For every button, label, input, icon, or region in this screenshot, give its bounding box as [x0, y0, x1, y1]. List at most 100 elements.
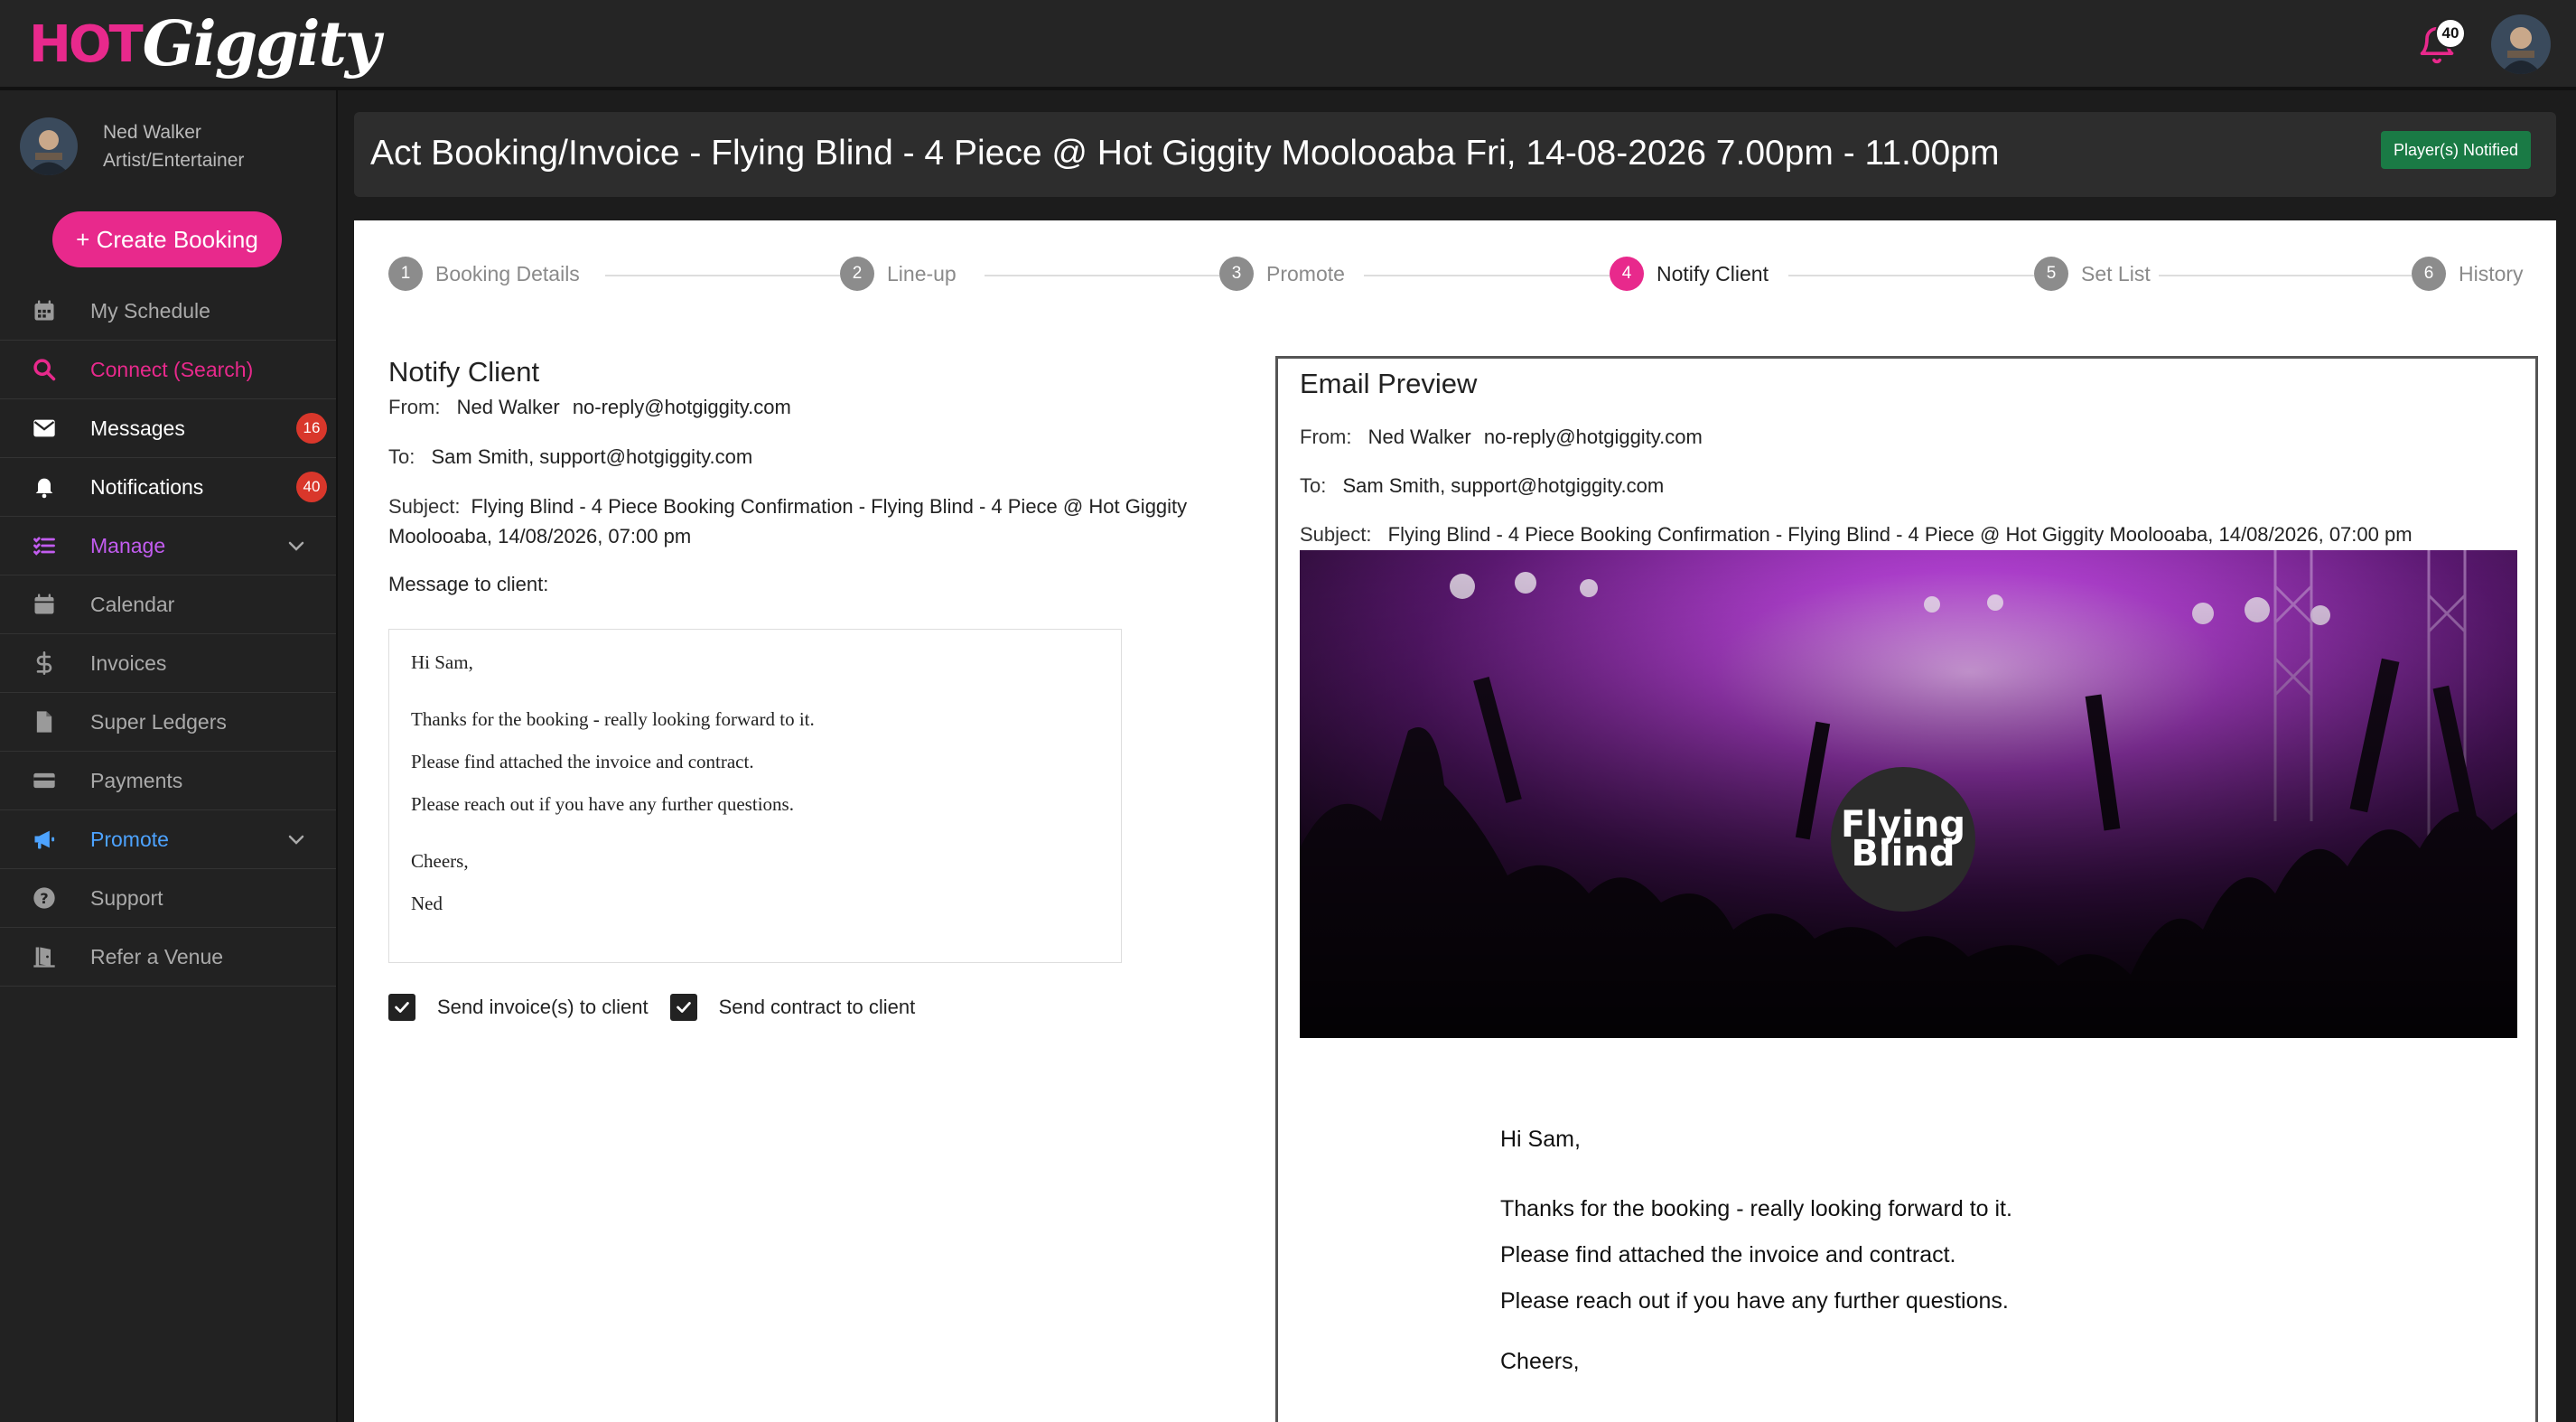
booking-stepper: 1 Booking Details 2 Line-up 3 Promote 4 … — [388, 257, 2536, 293]
sidebar-item-promote[interactable]: Promote — [0, 810, 336, 869]
subject-value: Flying Blind - 4 Piece Booking Confirmat… — [1387, 523, 2413, 546]
message-line-3: Please reach out if you have any further… — [411, 793, 794, 815]
send-invoice-checkbox[interactable] — [388, 994, 415, 1021]
page-title: Act Booking/Invoice - Flying Blind - 4 P… — [370, 134, 2000, 173]
sidebar-item-super-ledgers[interactable]: Super Ledgers — [0, 693, 336, 752]
booking-header: Act Booking/Invoice - Flying Blind - 4 P… — [354, 112, 2556, 197]
message-signoff: Cheers, — [411, 850, 469, 872]
subject-line: Subject: Flying Blind - 4 Piece Booking C… — [388, 491, 1219, 551]
step-notify-client[interactable]: 4 Notify Client — [1610, 257, 1769, 291]
svg-text:?: ? — [40, 890, 48, 907]
main-panel: 1 Booking Details 2 Line-up 3 Promote 4 … — [354, 220, 2556, 1422]
send-options: Send invoice(s) to client Send contract … — [388, 994, 937, 1021]
sidebar-item-label: Notifications — [90, 474, 204, 499]
email-greeting: Hi Sam, — [1500, 1127, 1581, 1152]
to-value: Sam Smith, support@hotgiggity.com — [431, 445, 753, 468]
to-line: To: Sam Smith, support@hotgiggity.com — [388, 442, 1219, 472]
sidebar-item-label: Super Ledgers — [90, 709, 227, 734]
message-line-2: Please find attached the invoice and con… — [411, 751, 754, 772]
step-number: 3 — [1219, 257, 1254, 291]
list-check-icon — [0, 533, 90, 558]
from-name: Ned Walker — [1367, 426, 1471, 448]
sidebar-item-manage[interactable]: Manage — [0, 517, 336, 575]
flying-blind-band-logo: Flying Blind — [1831, 767, 1975, 912]
step-label: Set List — [2081, 261, 2151, 285]
sidebar-item-my-schedule[interactable]: My Schedule — [0, 282, 336, 341]
chevron-down-icon[interactable] — [285, 535, 307, 557]
step-label: Notify Client — [1657, 261, 1769, 285]
logo-giggity: Giggity — [142, 8, 381, 80]
step-line-up[interactable]: 2 Line-up — [840, 257, 957, 291]
email-line-1: Thanks for the booking - really looking … — [1500, 1196, 2012, 1221]
email-line-3: Please reach out if you have any further… — [1500, 1288, 2009, 1314]
send-invoice-label[interactable]: Send invoice(s) to client — [437, 996, 649, 1019]
door-icon — [0, 944, 90, 969]
help-circle-icon: ? — [0, 885, 90, 911]
step-number: 5 — [2034, 257, 2068, 291]
calendar-icon — [0, 592, 90, 617]
sidebar-item-label: Payments — [90, 768, 183, 792]
message-label: Message to client: — [388, 573, 549, 595]
message-to-client-editor[interactable]: Hi Sam, Thanks for the booking - really … — [388, 629, 1122, 963]
step-history[interactable]: 6 History — [2412, 257, 2524, 291]
sidebar-item-label: Messages — [90, 416, 185, 440]
to-label: To: — [388, 445, 415, 468]
message-signature: Ned — [411, 893, 443, 914]
sidebar-item-invoices[interactable]: Invoices — [0, 634, 336, 693]
sidebar-item-label: My Schedule — [90, 298, 210, 323]
from-label: From: — [388, 396, 441, 418]
sidebar-item-label: Calendar — [90, 592, 175, 616]
user-avatar[interactable] — [2491, 14, 2551, 74]
message-line-1: Thanks for the booking - really looking … — [411, 708, 815, 730]
preview-to-line: To: Sam Smith, support@hotgiggity.com — [1300, 474, 1664, 498]
sidebar-item-payments[interactable]: Payments — [0, 752, 336, 810]
notify-client-form: Notify Client From: Ned Walker no-reply@… — [388, 356, 1219, 599]
step-connector — [985, 275, 1237, 276]
send-contract-checkbox[interactable] — [669, 994, 697, 1021]
create-booking-button[interactable]: + Create Booking — [52, 211, 282, 267]
sidebar-item-messages[interactable]: Messages 16 — [0, 399, 336, 458]
user-role: Artist/Entertainer — [103, 150, 245, 171]
to-label: To: — [1300, 474, 1327, 497]
step-number: 1 — [388, 257, 423, 291]
step-label: Booking Details — [435, 261, 580, 285]
send-contract-label[interactable]: Send contract to client — [719, 996, 916, 1019]
chevron-down-icon[interactable] — [285, 828, 307, 850]
credit-card-icon — [0, 768, 90, 793]
from-name: Ned Walker — [456, 396, 560, 418]
sidebar-item-support[interactable]: ? Support — [0, 869, 336, 928]
notify-client-heading: Notify Client — [388, 356, 540, 388]
hot-giggity-logo[interactable]: HOT Giggity — [29, 4, 381, 85]
search-icon — [0, 357, 90, 382]
notifications-count-badge: 40 — [296, 472, 327, 502]
step-label: Line-up — [887, 261, 957, 285]
step-set-list[interactable]: 5 Set List — [2034, 257, 2151, 291]
user-profile[interactable]: Ned Walker Artist/Entertainer — [20, 117, 244, 175]
sidebar-item-label: Invoices — [90, 650, 167, 675]
step-booking-details[interactable]: 1 Booking Details — [388, 257, 580, 291]
user-name: Ned Walker — [103, 122, 201, 143]
subject-label: Subject: — [388, 495, 461, 518]
sidebar-item-connect-search[interactable]: Connect (Search) — [0, 341, 336, 399]
email-signoff: Cheers, — [1500, 1349, 1580, 1374]
sidebar-nav: My Schedule Connect (Search) Messages 16… — [0, 282, 336, 987]
step-connector — [1788, 275, 2041, 276]
step-connector — [2159, 275, 2421, 276]
sidebar-item-calendar[interactable]: Calendar — [0, 575, 336, 634]
sidebar-item-label: Support — [90, 885, 163, 910]
sidebar-item-notifications[interactable]: Notifications 40 — [0, 458, 336, 517]
from-line: From: Ned Walker no-reply@hotgiggity.com — [388, 392, 1219, 422]
calendar-grid-icon — [0, 298, 90, 323]
subject-label: Subject: — [1300, 523, 1372, 546]
concert-banner-image: Flying Blind — [1300, 550, 2517, 1038]
step-promote[interactable]: 3 Promote — [1219, 257, 1345, 291]
step-label: Promote — [1266, 261, 1345, 285]
step-connector — [1364, 275, 1626, 276]
envelope-icon — [0, 416, 90, 441]
message-greeting: Hi Sam, — [411, 651, 473, 673]
email-line-2: Please find attached the invoice and con… — [1500, 1242, 1956, 1268]
sidebar-item-refer-a-venue[interactable]: Refer a Venue — [0, 928, 336, 987]
avatar — [20, 117, 78, 175]
sidebar-item-label: Refer a Venue — [90, 944, 224, 968]
from-email: no-reply@hotgiggity.com — [1483, 426, 1703, 448]
